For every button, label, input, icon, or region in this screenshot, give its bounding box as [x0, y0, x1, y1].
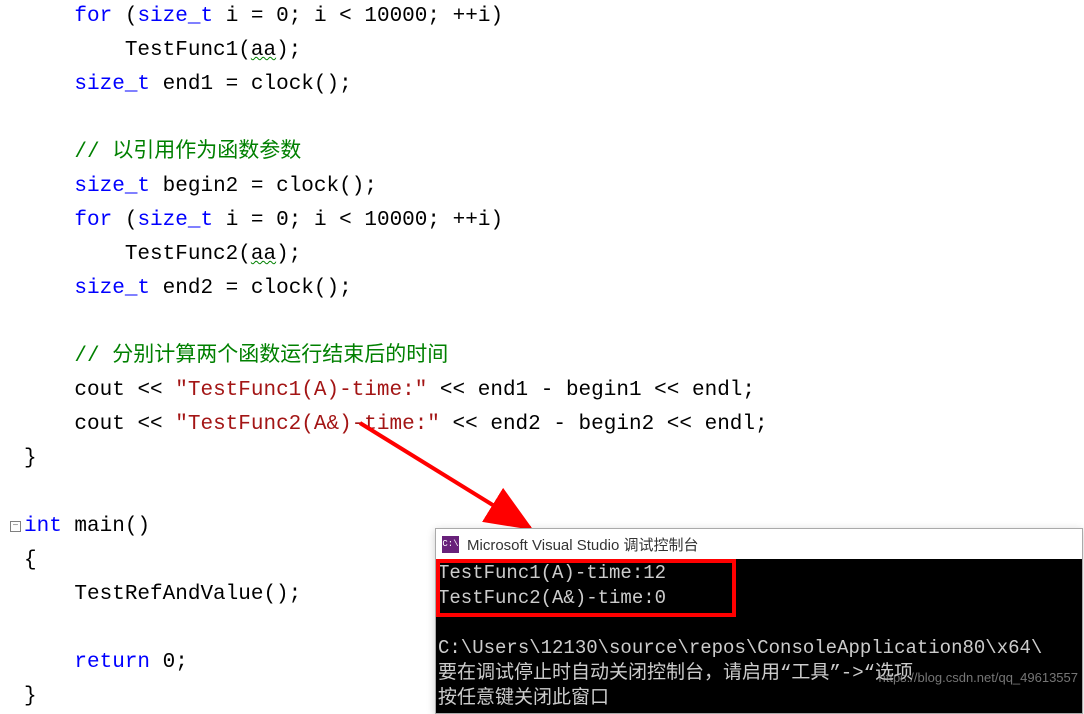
type-int: int — [24, 515, 62, 538]
code-line[interactable]: size_t end1 = clock(); — [12, 68, 1084, 102]
code-line[interactable]: // 以引用作为函数参数 — [12, 136, 1084, 170]
console-line: 要在调试停止时自动关闭控制台，请启用“工具”->“选项 — [438, 662, 913, 684]
code-line[interactable]: // 分别计算两个函数运行结束后的时间 — [12, 340, 1084, 374]
fn-main: main — [74, 515, 124, 538]
console-line: TestFunc1(A)-time:12 — [438, 562, 666, 584]
var-aa: aa — [251, 39, 276, 62]
string-literal: "TestFunc2(A&)-time:" — [175, 413, 440, 436]
code-line[interactable]: cout << "TestFunc1(A)-time:" << end1 - b… — [12, 374, 1084, 408]
console-line: 按任意键关闭此窗口 — [438, 687, 609, 709]
code-line[interactable]: size_t end2 = clock(); — [12, 272, 1084, 306]
fold-toggle-icon[interactable]: − — [10, 521, 21, 532]
type-size_t: size_t — [137, 5, 213, 28]
console-line: TestFunc2(A&)-time:0 — [438, 587, 666, 609]
watermark: https://blog.csdn.net/qq_49613557 — [879, 670, 1079, 685]
console-title-text: Microsoft Visual Studio 调试控制台 — [467, 534, 698, 555]
code-line[interactable]: for (size_t i = 0; i < 10000; ++i) — [12, 0, 1084, 34]
comment: // 以引用作为函数参数 — [74, 141, 301, 164]
code-line[interactable]: for (size_t i = 0; i < 10000; ++i) — [12, 204, 1084, 238]
var-i: i — [226, 5, 239, 28]
console-line: C:\Users\12130\source\repos\ConsoleAppli… — [438, 637, 1042, 659]
code-line[interactable]: TestFunc1(aa); — [12, 34, 1084, 68]
keyword-for: for — [74, 5, 112, 28]
console-window[interactable]: C:\ Microsoft Visual Studio 调试控制台 TestFu… — [435, 528, 1083, 714]
keyword-return: return — [74, 651, 150, 674]
code-line[interactable]: } — [12, 442, 1084, 476]
console-output[interactable]: TestFunc1(A)-time:12 TestFunc2(A&)-time:… — [436, 559, 1082, 713]
string-literal: "TestFunc1(A)-time:" — [175, 379, 427, 402]
code-line[interactable] — [12, 476, 1084, 510]
code-line[interactable]: cout << "TestFunc2(A&)-time:" << end2 - … — [12, 408, 1084, 442]
fn-call: TestFunc1 — [125, 39, 238, 62]
code-line[interactable] — [12, 102, 1084, 136]
console-titlebar[interactable]: C:\ Microsoft Visual Studio 调试控制台 — [436, 529, 1082, 559]
vs-console-icon: C:\ — [442, 536, 459, 553]
code-line[interactable] — [12, 306, 1084, 340]
code-line[interactable]: size_t begin2 = clock(); — [12, 170, 1084, 204]
comment: // 分别计算两个函数运行结束后的时间 — [74, 345, 448, 368]
fn-call: TestRefAndValue — [74, 583, 263, 606]
code-line[interactable]: TestFunc2(aa); — [12, 238, 1084, 272]
